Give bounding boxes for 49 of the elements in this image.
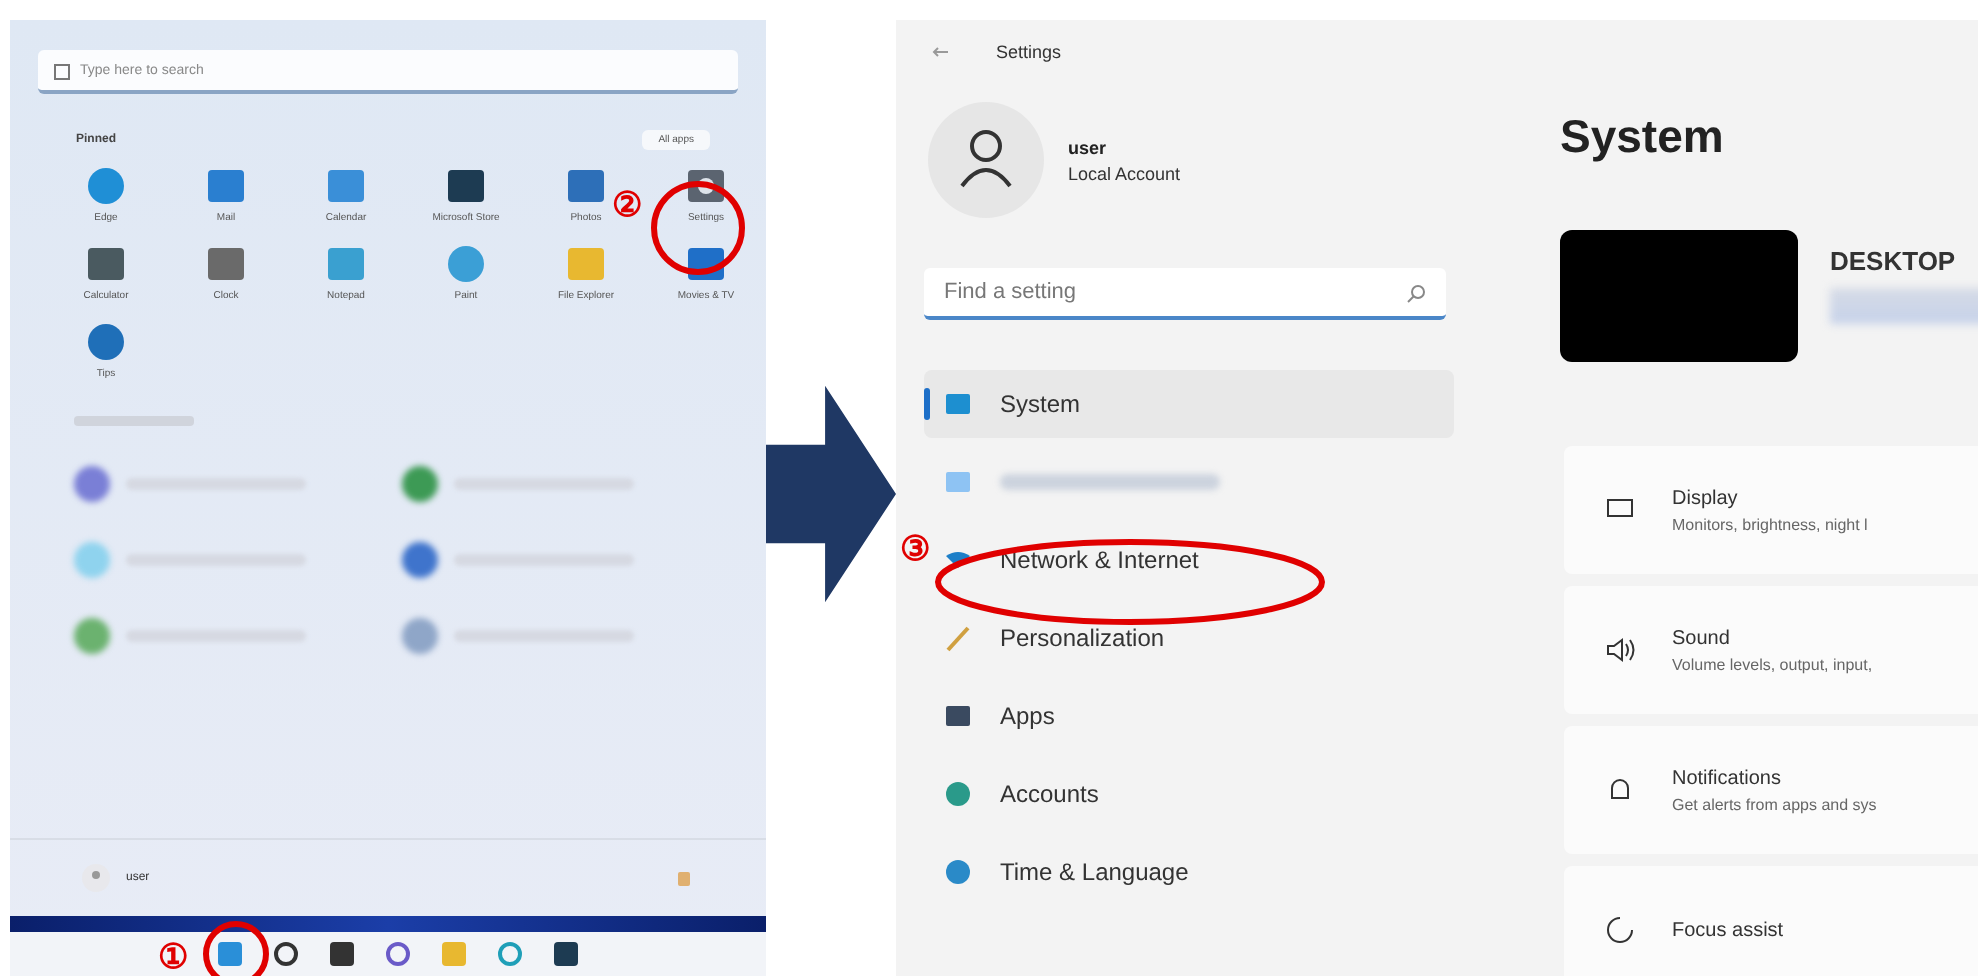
step-number: ② bbox=[612, 188, 642, 222]
account-name: user bbox=[1068, 137, 1109, 157]
nav-item[interactable]: Accounts bbox=[924, 760, 1454, 828]
nav-icon bbox=[944, 390, 972, 418]
nav-item[interactable]: Personalization bbox=[924, 604, 1454, 672]
app-icon bbox=[566, 166, 606, 206]
back-icon[interactable] bbox=[932, 46, 948, 58]
nav-item[interactable]: Time & Language bbox=[924, 838, 1454, 906]
settings-card[interactable]: Sound Volume levels, output, input, bbox=[1564, 586, 1978, 714]
page-title: System bbox=[1560, 110, 1726, 164]
taskbar-icon[interactable] bbox=[328, 940, 356, 968]
settings-card[interactable]: Notifications Get alerts from apps and sys bbox=[1564, 726, 1978, 854]
taskbar-icon[interactable] bbox=[552, 940, 580, 968]
app-icon bbox=[86, 322, 126, 362]
avatar-icon bbox=[82, 864, 110, 892]
card-icon bbox=[1604, 634, 1636, 666]
nav-icon bbox=[944, 468, 972, 496]
window-title: Settings bbox=[996, 42, 1062, 62]
nav-item[interactable]: System bbox=[924, 370, 1454, 438]
search-icon bbox=[1406, 284, 1426, 304]
app-icon bbox=[86, 166, 126, 206]
taskbar-icon[interactable] bbox=[384, 940, 412, 968]
app-icon bbox=[85, 244, 126, 284]
search-icon bbox=[54, 64, 70, 80]
settings-card[interactable]: Focus assist bbox=[1564, 866, 1978, 976]
avatar-icon bbox=[928, 102, 1044, 218]
nav-item[interactable]: Apps bbox=[924, 682, 1454, 750]
taskbar-icon[interactable] bbox=[272, 940, 300, 968]
nav-icon bbox=[944, 780, 972, 808]
search-field[interactable]: Find a setting bbox=[924, 268, 1446, 320]
app-icon bbox=[565, 244, 606, 284]
app-icon bbox=[206, 244, 246, 284]
step-number: ③ bbox=[900, 532, 930, 566]
app-icon bbox=[326, 244, 366, 284]
nav-icon bbox=[944, 702, 972, 730]
nav-icon bbox=[944, 546, 972, 574]
nav-icon bbox=[944, 858, 972, 886]
account-type: Local Account bbox=[1068, 163, 1181, 183]
app-icon bbox=[206, 166, 246, 206]
power-icon[interactable] bbox=[674, 868, 694, 888]
app-icon bbox=[325, 166, 366, 206]
nav-icon bbox=[944, 624, 972, 652]
app-icon bbox=[446, 244, 486, 284]
card-icon bbox=[1604, 914, 1636, 946]
settings-card[interactable]: Display Monitors, brightness, night l bbox=[1564, 446, 1978, 574]
device-name: DESKTOP bbox=[1830, 246, 1958, 276]
highlight-circle bbox=[651, 181, 745, 275]
app-icon bbox=[446, 166, 486, 206]
step-number: ① bbox=[158, 940, 188, 974]
